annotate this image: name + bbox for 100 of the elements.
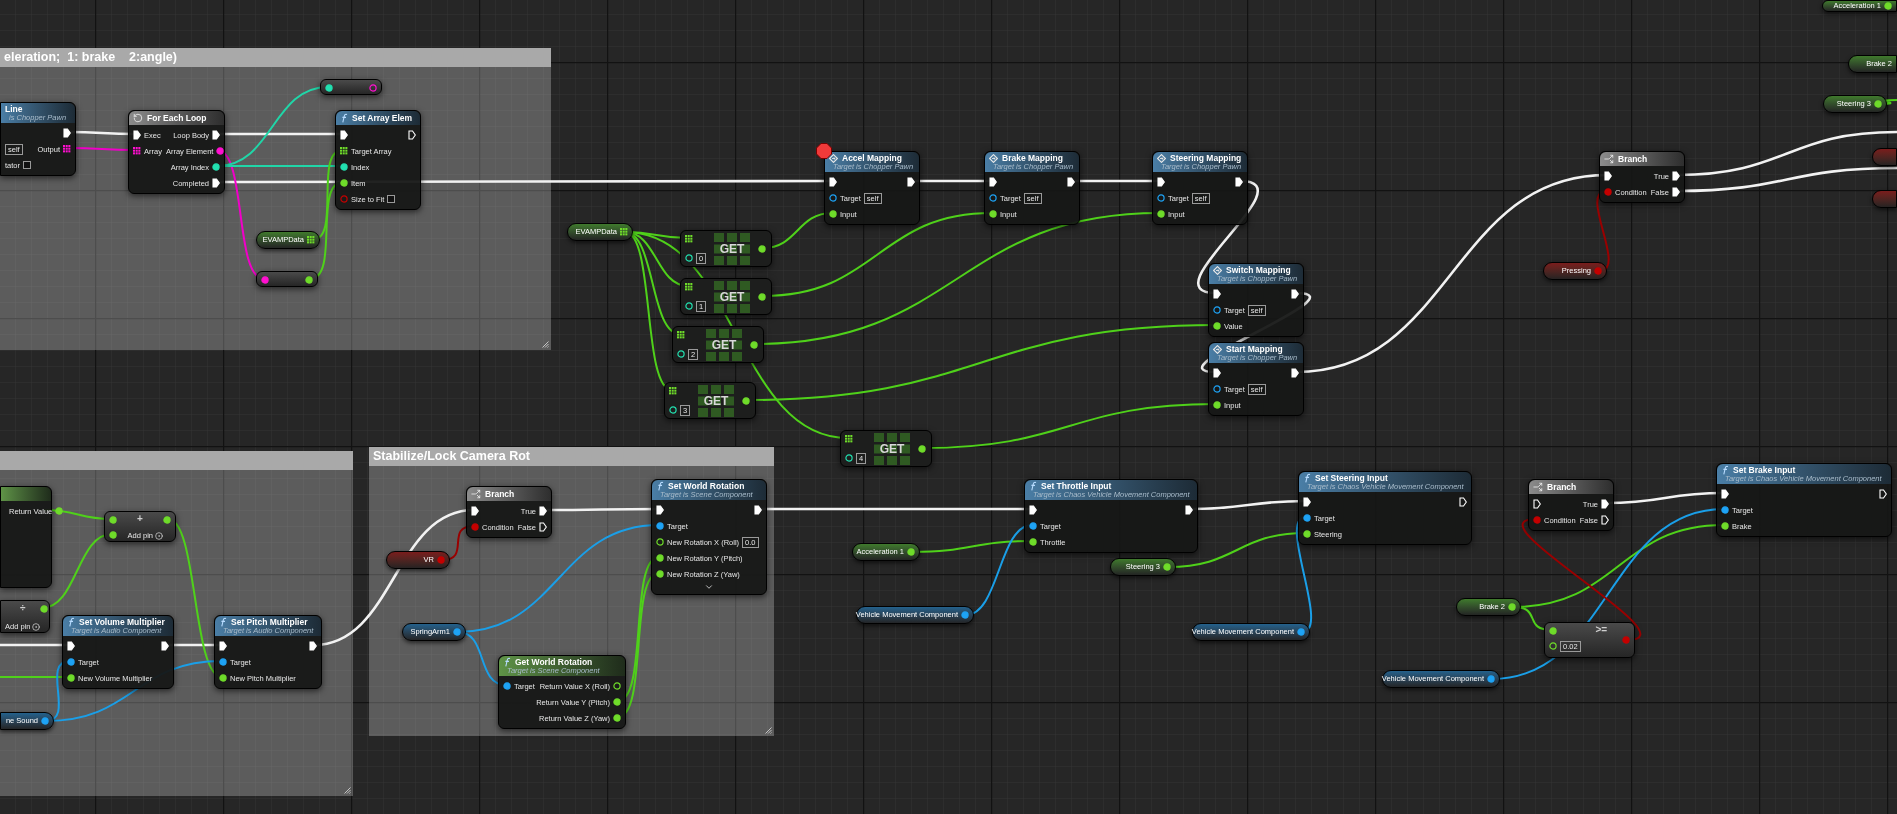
data-pin-icon[interactable] [219,674,227,682]
data-pin-icon[interactable] [1213,306,1221,314]
exec-pin-icon[interactable] [212,178,220,188]
data-pin-icon[interactable] [907,548,915,556]
data-pin-icon[interactable] [656,538,664,546]
data-pin-icon[interactable] [1297,628,1305,636]
exec-pin-icon[interactable] [1157,177,1165,187]
data-pin-icon[interactable] [1163,563,1171,571]
exec-pin-icon[interactable] [1235,177,1243,187]
array-pin-icon[interactable] [677,331,685,339]
resize-grip-icon[interactable] [765,727,772,734]
exec-pin-icon[interactable] [1029,505,1037,515]
exec-pin-icon[interactable] [1459,497,1467,507]
data-pin-icon[interactable] [1157,194,1165,202]
resize-grip-icon[interactable] [344,787,351,794]
exec-pin-icon[interactable] [1601,499,1609,509]
data-pin-icon[interactable] [1721,522,1729,530]
exec-pin-icon[interactable] [219,641,227,651]
data-pin-icon[interactable] [750,340,758,349]
exec-pin-icon[interactable] [133,130,141,140]
array-pin-icon[interactable] [307,236,315,244]
array-pin-icon[interactable] [685,283,693,291]
exec-pin-icon[interactable] [340,130,348,140]
data-pin-icon[interactable] [219,658,227,666]
exec-pin-icon[interactable] [67,641,75,651]
data-pin-icon[interactable] [613,682,621,690]
resize-grip-icon[interactable] [542,341,549,348]
array-pin-icon[interactable] [845,435,853,443]
data-pin-icon[interactable] [1549,627,1557,635]
data-pin-icon[interactable] [685,254,693,262]
data-pin-icon[interactable] [1157,210,1165,218]
data-pin-icon[interactable] [340,179,348,187]
exec-pin-icon[interactable] [1879,489,1887,499]
array-pin-icon[interactable] [63,145,71,153]
data-pin-icon[interactable] [656,522,664,530]
data-pin-icon[interactable] [989,194,997,202]
exec-pin-icon[interactable] [1721,489,1729,499]
array-pin-icon[interactable] [620,228,628,236]
data-pin-icon[interactable] [67,674,75,682]
data-pin-icon[interactable] [613,714,621,722]
data-pin-icon[interactable] [1303,530,1311,538]
data-pin-icon[interactable] [55,507,64,515]
exec-pin-icon[interactable] [1604,171,1612,181]
exec-pin-icon[interactable] [471,506,479,516]
exec-pin-icon[interactable] [63,128,71,138]
exec-pin-icon[interactable] [1533,499,1541,509]
data-pin-icon[interactable] [212,163,220,171]
exec-pin-icon[interactable] [907,177,915,187]
data-pin-icon[interactable] [758,244,766,253]
data-pin-icon[interactable] [677,350,685,358]
exec-pin-icon[interactable] [1672,171,1680,181]
exec-pin-icon[interactable] [1185,505,1193,515]
exec-pin-icon[interactable] [161,641,169,651]
data-pin-icon[interactable] [685,302,693,310]
checkbox[interactable] [23,161,31,169]
exec-pin-icon[interactable] [1213,289,1221,299]
data-pin-icon[interactable] [261,276,269,284]
exec-pin-icon[interactable] [1303,497,1311,507]
exec-pin-icon[interactable] [539,506,547,516]
data-pin-icon[interactable] [340,163,348,171]
add-pin-icon[interactable] [155,531,163,540]
data-pin-icon[interactable] [163,516,171,524]
exec-pin-icon[interactable] [989,177,997,187]
add-pin-icon[interactable] [32,622,41,631]
data-pin-icon[interactable] [325,84,333,92]
data-pin-icon[interactable] [67,658,75,666]
exec-pin-icon[interactable] [309,641,317,651]
exec-pin-icon[interactable] [1601,515,1610,525]
data-pin-icon[interactable] [503,682,511,690]
data-pin-icon[interactable] [41,717,49,725]
data-pin-icon[interactable] [656,554,664,562]
data-pin-icon[interactable] [1213,385,1221,393]
data-pin-icon[interactable] [1213,401,1221,409]
data-pin-icon[interactable] [989,210,997,218]
data-pin-icon[interactable] [918,444,926,453]
array-pin-icon[interactable] [340,147,348,155]
exec-pin-icon[interactable] [1672,187,1681,197]
data-pin-icon[interactable] [109,516,117,524]
data-pin-icon[interactable] [845,454,853,462]
exec-pin-icon[interactable] [539,522,548,532]
data-pin-icon[interactable] [1508,603,1516,611]
array-pin-icon[interactable] [685,235,693,243]
exec-pin-icon[interactable] [1067,177,1075,187]
data-pin-icon[interactable] [829,194,837,202]
data-pin-icon[interactable] [1549,642,1557,650]
data-pin-icon[interactable] [216,147,225,155]
exec-pin-icon[interactable] [1291,368,1299,378]
data-pin-icon[interactable] [669,406,677,414]
exec-pin-icon[interactable] [1291,289,1299,299]
exec-pin-icon[interactable] [754,505,762,515]
data-pin-icon[interactable] [613,698,621,706]
data-pin-icon[interactable] [758,292,766,301]
exec-pin-icon[interactable] [656,505,664,515]
exec-pin-icon[interactable] [1213,368,1221,378]
data-pin-icon[interactable] [305,276,313,284]
expand-chevron-icon[interactable] [704,582,714,592]
checkbox[interactable] [387,195,396,203]
data-pin-icon[interactable] [656,570,664,578]
data-pin-icon[interactable] [1213,322,1221,330]
data-pin-icon[interactable] [40,605,49,613]
